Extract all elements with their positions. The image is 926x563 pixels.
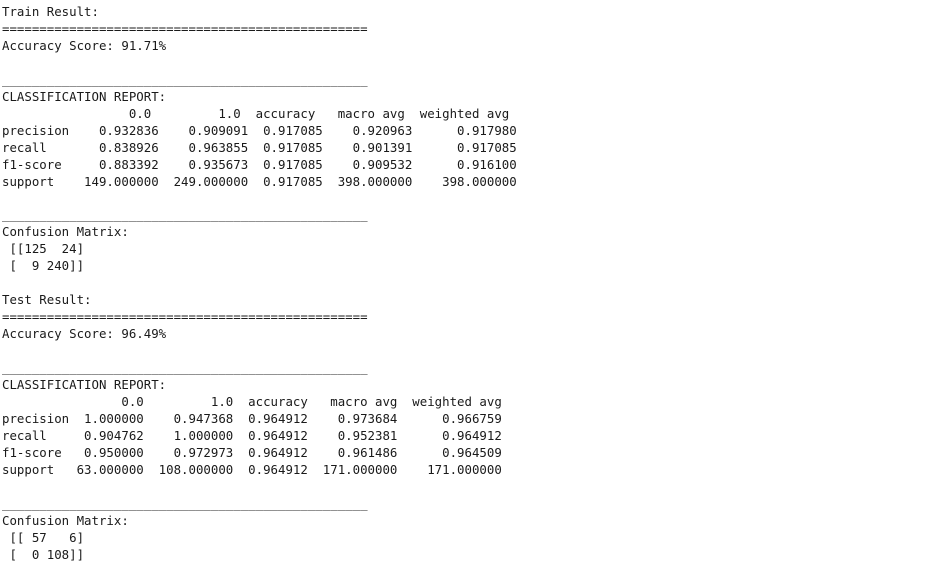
train-confusion-matrix-title: Confusion Matrix: (2, 224, 926, 241)
test-blank-line-2 (2, 479, 926, 496)
section-separator-blank (2, 275, 926, 292)
test-report-header-row: 0.0 1.0 accuracy macro avg weighted avg (2, 394, 926, 411)
train-confusion-matrix-row-0: [[125 24] (2, 241, 926, 258)
train-equals-rule: ========================================… (2, 21, 926, 38)
train-accuracy-score: Accuracy Score: 91.71% (2, 38, 926, 55)
test-result-section: Test Result:============================… (2, 292, 926, 563)
test-report-row-precision: precision 1.000000 0.947368 0.964912 0.9… (2, 411, 926, 428)
test-report-row-support: support 63.000000 108.000000 0.964912 17… (2, 462, 926, 479)
test-blank-line-1 (2, 343, 926, 360)
test-report-row-recall: recall 0.904762 1.000000 0.964912 0.9523… (2, 428, 926, 445)
test-classification-report-title: CLASSIFICATION REPORT: (2, 377, 926, 394)
test-underscore-rule-1: ________________________________________… (2, 360, 926, 377)
test-confusion-matrix-row-0: [[ 57 6] (2, 530, 926, 547)
train-underscore-rule-2: ________________________________________… (2, 207, 926, 224)
train-classification-report-title: CLASSIFICATION REPORT: (2, 89, 926, 106)
train-result-heading: Train Result: (2, 4, 926, 21)
test-accuracy-score: Accuracy Score: 96.49% (2, 326, 926, 343)
train-result-section: Train Result:===========================… (2, 4, 926, 275)
test-confusion-matrix-title: Confusion Matrix: (2, 513, 926, 530)
test-report-row-f1-score: f1-score 0.950000 0.972973 0.964912 0.96… (2, 445, 926, 462)
train-report-row-f1-score: f1-score 0.883392 0.935673 0.917085 0.90… (2, 157, 926, 174)
test-result-heading: Test Result: (2, 292, 926, 309)
train-blank-line-1 (2, 55, 926, 72)
train-report-row-recall: recall 0.838926 0.963855 0.917085 0.9013… (2, 140, 926, 157)
train-report-row-support: support 149.000000 249.000000 0.917085 3… (2, 174, 926, 191)
train-report-header-row: 0.0 1.0 accuracy macro avg weighted avg (2, 106, 926, 123)
train-blank-line-2 (2, 190, 926, 207)
console-output-text: Train Result:===========================… (0, 0, 926, 563)
train-underscore-rule-1: ________________________________________… (2, 72, 926, 89)
test-equals-rule: ========================================… (2, 309, 926, 326)
train-confusion-matrix-row-1: [ 9 240]] (2, 258, 926, 275)
test-underscore-rule-2: ________________________________________… (2, 496, 926, 513)
test-confusion-matrix-row-1: [ 0 108]] (2, 547, 926, 563)
train-report-row-precision: precision 0.932836 0.909091 0.917085 0.9… (2, 123, 926, 140)
